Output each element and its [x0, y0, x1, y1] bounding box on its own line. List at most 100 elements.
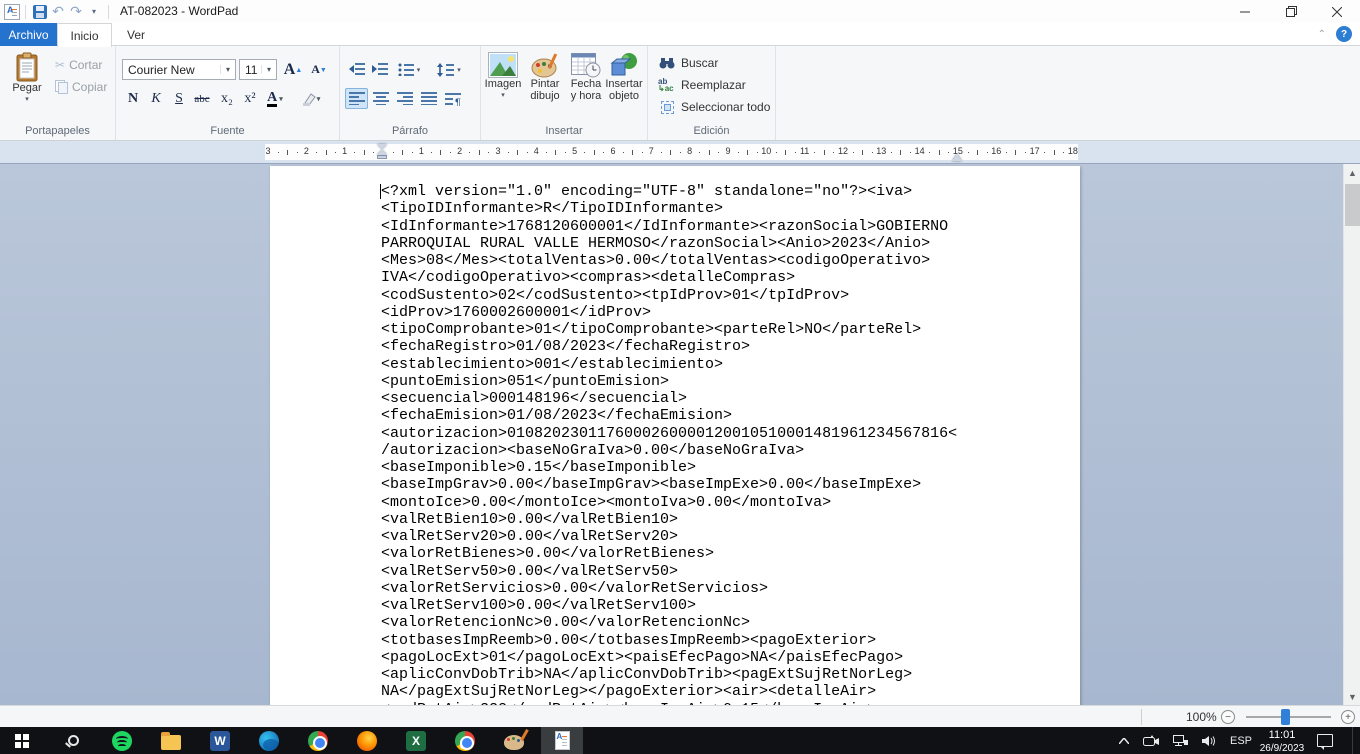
scrollbar-thumb[interactable]	[1345, 184, 1360, 226]
taskbar-word[interactable]: W	[200, 727, 240, 754]
paste-button[interactable]: Pegar ▾	[8, 52, 46, 106]
scissors-icon: ✂	[55, 58, 65, 72]
taskbar-paint[interactable]	[494, 727, 534, 754]
zoom-out-button[interactable]: −	[1221, 710, 1235, 724]
document-page[interactable]: <?xml version="1.0" encoding="UTF-8" sta…	[270, 166, 1080, 705]
windows-logo-icon	[15, 734, 29, 748]
paint-drawing-button[interactable]: Pintar dibujo	[525, 52, 565, 102]
word-icon: W	[210, 731, 230, 751]
italic-button[interactable]: K	[145, 88, 167, 109]
list-button[interactable]: ▾	[393, 59, 425, 80]
ribbon: Pegar ▾ ✂ Cortar Copiar Portapapeles Cou…	[0, 46, 1360, 141]
outdent-icon	[349, 63, 365, 76]
insert-object-button[interactable]: Insertar objeto	[602, 52, 646, 102]
select-all-button[interactable]: Seleccionar todo	[658, 97, 770, 117]
grow-font-button[interactable]: A▲	[282, 59, 304, 80]
increase-indent-button[interactable]	[368, 59, 391, 80]
strikethrough-button[interactable]: abc	[191, 88, 213, 109]
taskbar-excel[interactable]: X	[396, 727, 436, 754]
customize-toolbar-dropdown-icon[interactable]: ▾	[85, 3, 103, 21]
superscript-button[interactable]: x²	[239, 88, 261, 109]
zoom-slider-thumb[interactable]	[1281, 709, 1290, 725]
save-icon[interactable]	[31, 3, 49, 21]
indent-marker[interactable]	[377, 144, 388, 160]
start-button[interactable]	[2, 727, 42, 754]
insert-image-button[interactable]: Imagen ▾	[483, 52, 523, 102]
subscript-button[interactable]: x₂	[216, 88, 238, 109]
document-area: <?xml version="1.0" encoding="UTF-8" sta…	[0, 164, 1360, 705]
paste-dropdown-icon[interactable]: ▾	[25, 94, 29, 106]
ruler-bar: 321123456789101112131415161718	[0, 141, 1360, 164]
scroll-down-icon[interactable]: ▼	[1344, 688, 1360, 705]
copy-button[interactable]: Copiar	[55, 76, 107, 97]
align-center-button[interactable]	[369, 88, 392, 109]
tab-ver[interactable]: Ver	[112, 23, 160, 46]
excel-icon: X	[406, 731, 426, 751]
group-label-insert: Insertar	[481, 125, 647, 137]
decrease-indent-button[interactable]	[345, 59, 368, 80]
font-family-select[interactable]: Courier New ▾	[122, 59, 236, 80]
justify-button[interactable]	[417, 88, 440, 109]
date-time-button[interactable]: Fecha y hora	[567, 52, 605, 102]
align-left-button[interactable]	[345, 88, 368, 109]
chevron-down-icon: ▾	[279, 95, 283, 103]
wordpad-icon	[555, 731, 570, 750]
taskbar-chrome[interactable]	[298, 727, 338, 754]
tab-archivo[interactable]: Archivo	[0, 23, 57, 46]
tray-chevron-up-icon[interactable]	[1119, 738, 1129, 744]
restore-button[interactable]	[1268, 0, 1314, 23]
bold-button[interactable]: N	[122, 88, 144, 109]
align-right-button[interactable]	[393, 88, 416, 109]
font-color-button[interactable]: A ▾	[264, 88, 286, 109]
underline-button[interactable]: S	[168, 88, 190, 109]
group-label-clipboard: Portapapeles	[0, 125, 115, 137]
paragraph-mark-icon: ¶	[445, 92, 461, 106]
folder-icon	[161, 735, 181, 750]
chevron-down-icon: ▾	[417, 66, 421, 74]
highlighter-icon	[302, 92, 317, 106]
indent-icon	[372, 63, 388, 76]
document-text[interactable]: <?xml version="1.0" encoding="UTF-8" sta…	[270, 166, 957, 705]
find-button[interactable]: Buscar	[658, 53, 718, 73]
line-spacing-button[interactable]: ▾	[432, 59, 466, 80]
taskbar-firefox[interactable]	[347, 727, 387, 754]
redo-icon[interactable]: ↷	[67, 3, 85, 21]
clipboard-icon	[15, 52, 39, 82]
network-icon[interactable]	[1173, 735, 1188, 747]
zoom-level: 100%	[1186, 710, 1217, 724]
scroll-up-icon[interactable]: ▲	[1344, 164, 1360, 181]
align-center-icon	[373, 92, 389, 105]
volume-icon[interactable]	[1202, 735, 1216, 747]
show-desktop-divider[interactable]	[1352, 727, 1353, 754]
taskbar-edge[interactable]	[249, 727, 289, 754]
taskbar-file-explorer[interactable]	[151, 727, 191, 754]
zoom-in-button[interactable]: +	[1341, 710, 1355, 724]
shrink-font-button[interactable]: A▼	[308, 59, 330, 80]
tab-inicio[interactable]: Inicio	[57, 23, 112, 47]
wordpad-app-icon[interactable]	[4, 4, 20, 20]
meet-now-camera-icon[interactable]	[1143, 735, 1159, 746]
help-icon[interactable]: ?	[1336, 26, 1352, 42]
paragraph-settings-button[interactable]: ¶	[441, 88, 464, 109]
collapse-ribbon-icon[interactable]: ⌃	[1318, 29, 1326, 40]
undo-icon[interactable]: ↶	[49, 3, 67, 21]
highlight-color-button[interactable]: ▾	[296, 88, 326, 109]
taskbar-spotify[interactable]	[102, 727, 142, 754]
taskbar-chrome-profile[interactable]: v	[445, 727, 485, 754]
chevron-down-icon: ▾	[220, 65, 235, 74]
justify-icon	[421, 92, 437, 105]
notification-center-icon[interactable]	[1317, 734, 1333, 747]
ruler-band[interactable]: 321123456789101112131415161718	[265, 144, 1078, 160]
line-spacing-icon	[437, 63, 454, 77]
minimize-button[interactable]	[1222, 0, 1268, 23]
chevron-down-icon[interactable]: ▾	[501, 90, 505, 102]
search-button[interactable]	[53, 727, 93, 754]
font-size-select[interactable]: 11 ▾	[239, 59, 277, 80]
copy-icon	[55, 80, 68, 94]
group-insert: Imagen ▾ Pintar dibujo Fecha y hora	[481, 46, 648, 140]
cut-button[interactable]: ✂ Cortar	[55, 54, 102, 75]
taskbar-wordpad-active[interactable]	[541, 727, 583, 754]
replace-button[interactable]: ab↳ac Reemplazar	[658, 75, 746, 95]
vertical-scrollbar[interactable]: ▲ ▼	[1343, 164, 1360, 705]
close-button[interactable]	[1314, 0, 1360, 23]
